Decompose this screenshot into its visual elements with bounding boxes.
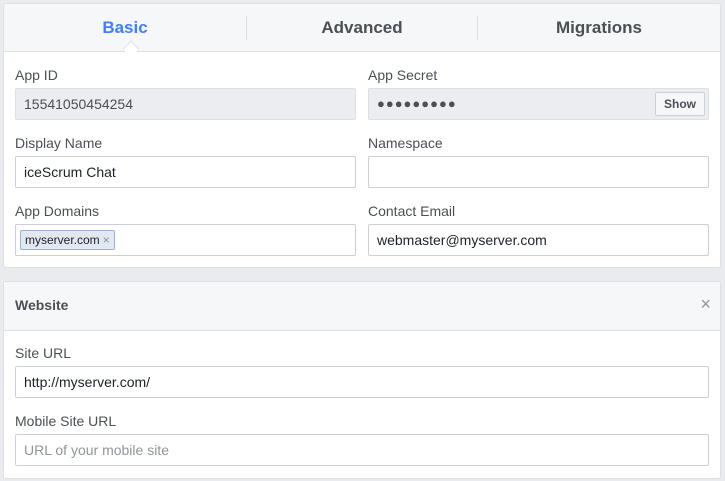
basic-settings-panel: Basic Advanced Migrations App ID 1554105… bbox=[3, 3, 721, 268]
site-url-input[interactable] bbox=[15, 366, 709, 398]
app-domains-label: App Domains bbox=[15, 203, 100, 219]
display-name-input[interactable] bbox=[15, 156, 356, 188]
mobile-site-url-input[interactable] bbox=[15, 434, 709, 466]
app-secret-field: ●●●●●●●●● Show bbox=[368, 88, 709, 120]
website-panel: Website × Site URL Mobile Site URL bbox=[3, 281, 721, 479]
display-name-label: Display Name bbox=[15, 135, 103, 151]
close-icon[interactable]: × bbox=[700, 294, 711, 314]
contact-email-label: Contact Email bbox=[368, 203, 456, 219]
app-domains-input[interactable]: myserver.com × bbox=[15, 224, 356, 256]
app-id-field: 15541050454254 bbox=[15, 88, 356, 120]
app-secret-label: App Secret bbox=[368, 67, 438, 83]
close-icon[interactable]: × bbox=[103, 231, 110, 249]
tab-migrations[interactable]: Migrations bbox=[478, 4, 720, 51]
domain-token: myserver.com × bbox=[20, 230, 115, 250]
domain-token-label: myserver.com bbox=[25, 233, 100, 247]
tab-advanced[interactable]: Advanced bbox=[247, 4, 477, 51]
contact-email-input[interactable] bbox=[368, 224, 709, 256]
settings-tabs: Basic Advanced Migrations bbox=[4, 4, 720, 58]
website-panel-title: Website bbox=[15, 297, 69, 313]
app-id-value: 15541050454254 bbox=[24, 96, 134, 112]
tab-basic[interactable]: Basic bbox=[4, 4, 246, 51]
site-url-label: Site URL bbox=[15, 345, 72, 361]
app-id-label: App ID bbox=[15, 67, 58, 83]
namespace-input[interactable] bbox=[368, 156, 709, 188]
website-panel-header: Website × bbox=[4, 282, 720, 331]
mobile-site-url-label: Mobile Site URL bbox=[15, 413, 117, 429]
show-secret-button[interactable]: Show bbox=[655, 92, 705, 116]
app-secret-masked-value: ●●●●●●●●● bbox=[377, 96, 457, 111]
namespace-label: Namespace bbox=[368, 135, 443, 151]
